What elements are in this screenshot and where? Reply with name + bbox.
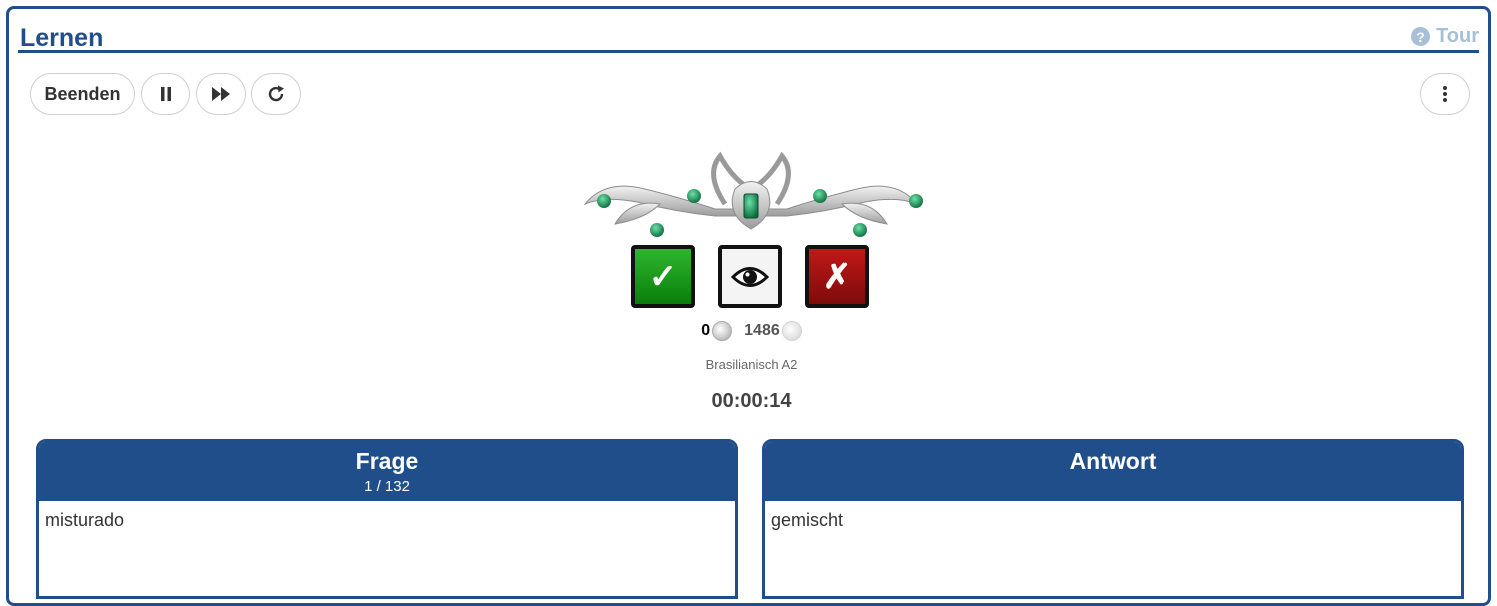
deck-name: Brasilianisch A2 [705, 357, 798, 372]
page-title: Lernen [20, 24, 104, 52]
end-button-label: Beenden [44, 83, 121, 104]
ornament-image [583, 151, 923, 237]
end-button[interactable]: Beenden [30, 73, 135, 115]
correct-button[interactable]: ✓ [631, 245, 695, 308]
answer-card: Antwort gemischt [762, 439, 1464, 599]
question-progress: 1 / 132 [364, 478, 410, 495]
answer-text: gemischt [771, 510, 844, 530]
learn-panel: Lernen ? Tour Beenden ✓ ✗ 0 1486 Brasili… [6, 6, 1491, 606]
total-score: 1486 [744, 321, 802, 341]
own-score: 0 [701, 321, 733, 341]
answer-card-title: Antwort [1069, 448, 1157, 474]
refresh-icon [268, 85, 284, 102]
tour-link[interactable]: ? Tour [1411, 25, 1479, 48]
answer-card-header: Antwort [765, 442, 1461, 501]
vertical-dots-icon [1443, 86, 1447, 102]
wrong-button[interactable]: ✗ [805, 245, 869, 308]
score-bar: 0 1486 [9, 321, 1494, 341]
skip-button[interactable] [196, 73, 246, 115]
eye-icon [731, 266, 769, 287]
pause-button[interactable] [141, 73, 190, 115]
reveal-answer-button[interactable] [718, 245, 782, 308]
tour-label: Tour [1436, 25, 1479, 47]
question-card: Frage 1 / 132 misturado [36, 439, 738, 599]
cross-icon: ✗ [822, 257, 852, 296]
restart-button[interactable] [251, 73, 301, 115]
pause-icon [160, 87, 171, 101]
own-score-value: 0 [701, 322, 711, 339]
question-card-title: Frage [355, 448, 419, 474]
panel-header: Lernen ? Tour [18, 15, 1479, 53]
coin-icon [712, 321, 733, 341]
question-text: misturado [45, 510, 125, 530]
check-icon: ✓ [648, 257, 678, 296]
timer: 00:00:14 [711, 390, 792, 412]
total-score-value: 1486 [744, 322, 780, 339]
coin-icon [781, 321, 802, 341]
question-circle-icon: ? [1411, 27, 1431, 46]
fast-forward-icon [212, 87, 230, 101]
question-card-header: Frage 1 / 132 [39, 442, 735, 501]
more-menu-button[interactable] [1420, 73, 1470, 115]
